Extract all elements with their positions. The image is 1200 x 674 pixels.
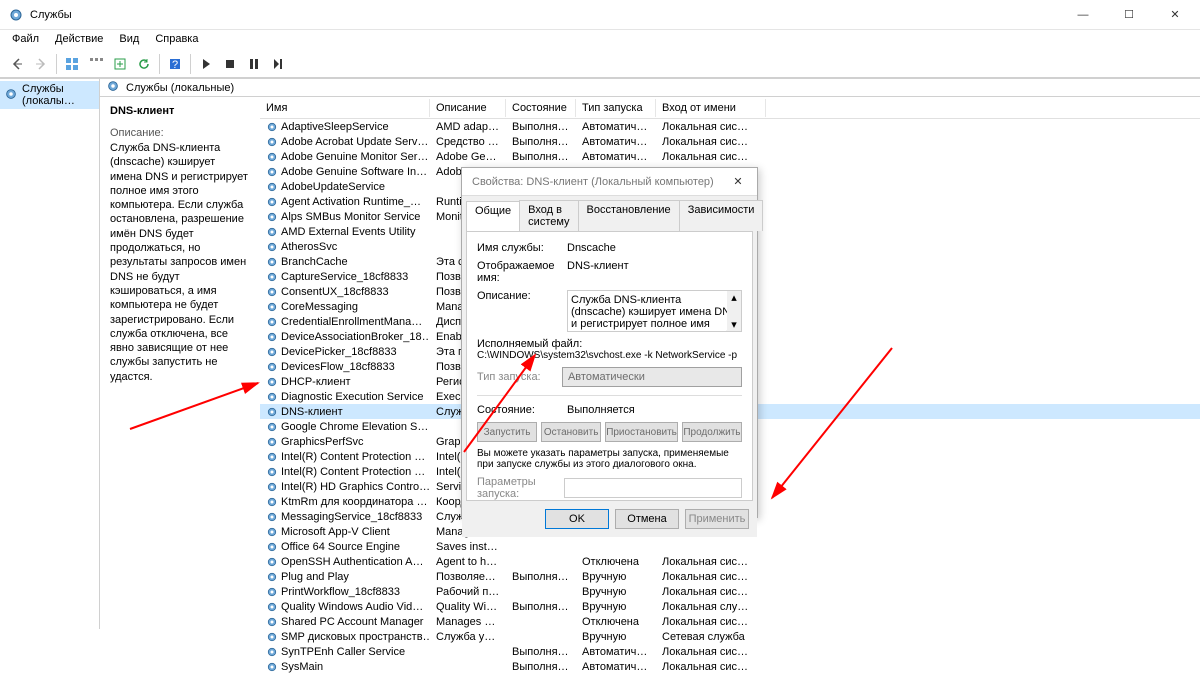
toolbar: ? (0, 50, 1200, 78)
tab-recovery[interactable]: Восстановление (578, 200, 680, 231)
col-state[interactable]: Состояние (506, 99, 576, 117)
resume-button[interactable]: Продолжить (682, 422, 742, 442)
properties-dialog: Свойства: DNS-клиент (Локальный компьюте… (461, 167, 758, 518)
service-row[interactable]: PrintWorkflow_18cf8833Рабочий п…ВручнуюЛ… (260, 584, 1200, 599)
close-button[interactable]: ✕ (1152, 0, 1198, 30)
tab-logon[interactable]: Вход в систему (519, 200, 578, 231)
description-label: Описание: (110, 127, 250, 139)
forward-icon[interactable] (30, 53, 52, 75)
service-row[interactable]: Adobe Genuine Monitor Ser…Adobe Gen…Выпо… (260, 149, 1200, 164)
tree-label: Службы (локалы… (22, 83, 95, 107)
nav-tree: Службы (локалы… (0, 79, 100, 629)
service-row[interactable]: SMP дисковых пространств…Служба уз…Вручн… (260, 629, 1200, 644)
menu-help[interactable]: Справка (147, 30, 206, 50)
svg-text:?: ? (172, 59, 178, 71)
exe-label: Исполняемый файл: (477, 338, 742, 350)
start-button[interactable]: Запустить (477, 422, 537, 442)
back-icon[interactable] (6, 53, 28, 75)
help-icon[interactable]: ? (164, 53, 186, 75)
service-name-label: Имя службы: (477, 242, 567, 254)
ok-button[interactable]: OK (545, 509, 609, 529)
apply-button[interactable]: Применить (685, 509, 749, 529)
description-panel: DNS-клиент Описание: Служба DNS-клиента … (100, 97, 260, 674)
col-logon[interactable]: Вход от имени (656, 99, 766, 117)
service-row[interactable]: SynTPEnh Caller ServiceВыполняетсяАвтома… (260, 644, 1200, 659)
display-name-label: Отображаемое имя: (477, 260, 567, 284)
description-box: Служба DNS-клиента (dnscache) кэширует и… (567, 290, 742, 332)
tab-label: Службы (локальные) (126, 82, 234, 94)
view-small-icon[interactable] (85, 53, 107, 75)
col-start[interactable]: Тип запуска (576, 99, 656, 117)
service-row[interactable]: SysMainВыполняетсяАвтоматиче…Локальная с… (260, 659, 1200, 674)
state-label: Состояние: (477, 404, 567, 416)
maximize-button[interactable]: ☐ (1106, 0, 1152, 30)
gear-icon (4, 87, 18, 104)
service-row[interactable]: Plug and PlayПозволяет…ВыполняетсяВручну… (260, 569, 1200, 584)
refresh-icon[interactable] (133, 53, 155, 75)
exe-path: C:\WINDOWS\system32\svchost.exe -k Netwo… (477, 350, 742, 361)
tab-dependencies[interactable]: Зависимости (679, 200, 764, 231)
content-tab-header: Службы (локальные) (100, 79, 1200, 97)
col-desc[interactable]: Описание (430, 99, 506, 117)
startup-type-label: Тип запуска: (477, 371, 562, 383)
service-row[interactable]: OpenSSH Authentication A…Agent to h…Откл… (260, 554, 1200, 569)
title-bar: Службы — ☐ ✕ (0, 0, 1200, 30)
cancel-button[interactable]: Отмена (615, 509, 679, 529)
service-name-value: Dnscache (567, 242, 742, 254)
menu-view[interactable]: Вид (111, 30, 147, 50)
export-icon[interactable] (109, 53, 131, 75)
description-text: Служба DNS-клиента (dnscache) кэширует и… (110, 141, 250, 384)
menu-action[interactable]: Действие (47, 30, 111, 50)
app-icon (8, 7, 24, 23)
pause-icon[interactable] (243, 53, 265, 75)
state-value: Выполняется (567, 404, 742, 416)
dialog-title: Свойства: DNS-клиент (Локальный компьюте… (472, 176, 714, 188)
scrollbar[interactable]: ▴▾ (727, 291, 741, 331)
service-row[interactable]: Quality Windows Audio Vid…Quality Wi…Вып… (260, 599, 1200, 614)
service-row[interactable]: AdaptiveSleepServiceAMD adap…Выполняется… (260, 119, 1200, 134)
params-label: Параметры запуска: (477, 476, 564, 500)
stop-icon[interactable] (219, 53, 241, 75)
service-row[interactable]: Adobe Acrobat Update Serv…Средство …Выпо… (260, 134, 1200, 149)
col-name[interactable]: Имя (260, 99, 430, 117)
service-row[interactable]: Office 64 Source EngineSaves insta… (260, 539, 1200, 554)
column-headers: Имя Описание Состояние Тип запуска Вход … (260, 97, 1200, 119)
gear-icon (106, 79, 120, 96)
selected-service-title: DNS-клиент (110, 105, 250, 117)
restart-icon[interactable] (267, 53, 289, 75)
description-label: Описание: (477, 290, 567, 332)
play-icon[interactable] (195, 53, 217, 75)
stop-button[interactable]: Остановить (541, 422, 601, 442)
tab-general[interactable]: Общие (466, 201, 520, 232)
menu-bar: Файл Действие Вид Справка (0, 30, 1200, 50)
view-large-icon[interactable] (61, 53, 83, 75)
startup-type-select[interactable]: Автоматически (562, 367, 742, 387)
minimize-button[interactable]: — (1060, 0, 1106, 30)
tree-services-local[interactable]: Службы (локалы… (0, 81, 99, 109)
menu-file[interactable]: Файл (4, 30, 47, 50)
help-text: Вы можете указать параметры запуска, при… (477, 448, 742, 470)
service-row[interactable]: Shared PC Account ManagerManages p…Отклю… (260, 614, 1200, 629)
window-title: Службы (30, 9, 72, 21)
pause-button[interactable]: Приостановить (605, 422, 678, 442)
params-input[interactable] (564, 478, 742, 498)
display-name-value: DNS-клиент (567, 260, 742, 284)
dialog-close-button[interactable]: ✕ (723, 170, 753, 194)
